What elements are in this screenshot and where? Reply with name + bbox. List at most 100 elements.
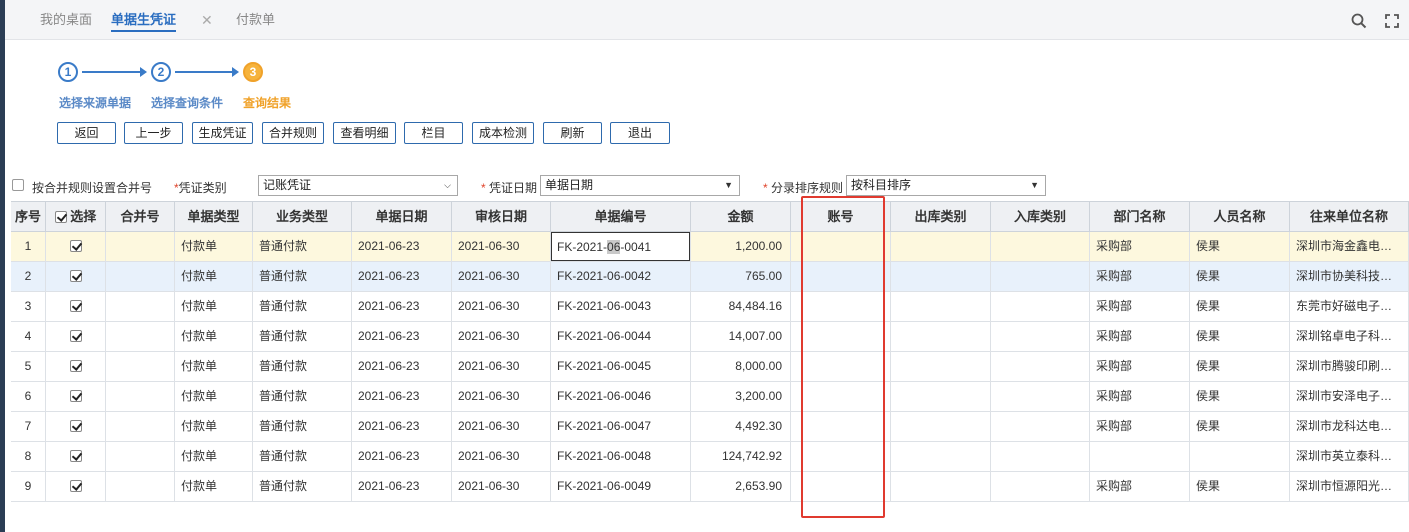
doc-no-edit-input[interactable]: FK-2021-06-0041	[551, 232, 690, 261]
cell-doc-date: 2021-06-23	[352, 262, 452, 291]
cell-person: 侯果	[1190, 352, 1290, 381]
table-row[interactable]: 7 付款单 普通付款 2021-06-23 2021-06-30 FK-2021-06-0…	[11, 412, 1409, 442]
row-checkbox[interactable]	[69, 479, 82, 492]
voucher-grid: 序号 选择 合并号 单据类型 业务类型 单据日期 审核日期 单据编号 金额 账号…	[11, 201, 1409, 502]
cell-seq: 5	[11, 352, 46, 381]
cell-in-type	[991, 232, 1090, 261]
view-detail-button[interactable]: 查看明细	[333, 122, 396, 144]
back-button[interactable]: 返回	[57, 122, 116, 144]
cell-person: 侯果	[1190, 232, 1290, 261]
cell-biz-type: 普通付款	[253, 262, 352, 291]
cell-merge	[106, 322, 175, 351]
generate-voucher-button[interactable]: 生成凭证	[192, 122, 253, 144]
cell-person: 侯果	[1190, 322, 1290, 351]
voucher-date-select[interactable]: 单据日期 ▼	[540, 175, 740, 196]
cell-select[interactable]	[46, 232, 106, 261]
table-row[interactable]: 1 付款单 普通付款 2021-06-23 2021-06-30 FK-2021-06-0…	[11, 232, 1409, 262]
search-icon[interactable]	[1350, 12, 1368, 30]
cell-doc-no: FK-2021-06-0042	[551, 262, 691, 291]
cell-merge	[106, 412, 175, 441]
cell-select[interactable]	[46, 382, 106, 411]
cell-account	[791, 382, 891, 411]
header-in-type: 入库类别	[991, 202, 1090, 231]
row-checkbox[interactable]	[69, 359, 82, 372]
row-checkbox[interactable]	[69, 239, 82, 252]
tab-bar: 我的桌面 单据生凭证 ✕ 付款单	[5, 0, 1409, 40]
cell-amount: 2,653.90	[691, 472, 791, 501]
cell-in-type	[991, 442, 1090, 471]
cell-dept: 采购部	[1090, 472, 1190, 501]
sort-rule-select[interactable]: 按科目排序 ▼	[846, 175, 1046, 196]
cell-doc-no: FK-2021-06-0049	[551, 472, 691, 501]
cell-in-type	[991, 412, 1090, 441]
merge-rule-button[interactable]: 合并规则	[262, 122, 324, 144]
table-row[interactable]: 6 付款单 普通付款 2021-06-23 2021-06-30 FK-2021-06-0…	[11, 382, 1409, 412]
cell-audit-date: 2021-06-30	[452, 472, 551, 501]
cell-audit-date: 2021-06-30	[452, 382, 551, 411]
row-checkbox[interactable]	[69, 449, 82, 462]
step-2-label: 选择查询条件	[151, 96, 224, 110]
select-all-checkbox[interactable]	[54, 210, 67, 223]
table-row[interactable]: 9 付款单 普通付款 2021-06-23 2021-06-30 FK-2021-06-0…	[11, 472, 1409, 502]
cell-doc-type: 付款单	[175, 472, 253, 501]
header-merge: 合并号	[106, 202, 175, 231]
cell-doc-type: 付款单	[175, 322, 253, 351]
refresh-button[interactable]: 刷新	[543, 122, 602, 144]
exit-button[interactable]: 退出	[610, 122, 670, 144]
table-row[interactable]: 3 付款单 普通付款 2021-06-23 2021-06-30 FK-2021-06-0…	[11, 292, 1409, 322]
cell-select[interactable]	[46, 442, 106, 471]
cell-doc-no: FK-2021-06-0048	[551, 442, 691, 471]
cell-select[interactable]	[46, 352, 106, 381]
expand-icon[interactable]	[1383, 12, 1401, 30]
prev-step-button[interactable]: 上一步	[124, 122, 183, 144]
cell-biz-type: 普通付款	[253, 292, 352, 321]
tab-payment-slip[interactable]: 付款单	[236, 12, 275, 32]
cell-doc-no[interactable]: FK-2021-06-0041	[551, 232, 691, 261]
tab-doc-to-voucher[interactable]: 单据生凭证	[111, 12, 177, 32]
cell-doc-no: FK-2021-06-0047	[551, 412, 691, 441]
sort-rule-label: * 分录排序规则	[763, 181, 844, 195]
cell-out-type	[891, 292, 991, 321]
voucher-type-select[interactable]: 记账凭证 ⌵	[258, 175, 458, 196]
row-checkbox[interactable]	[69, 329, 82, 342]
cell-doc-no: FK-2021-06-0044	[551, 322, 691, 351]
columns-button[interactable]: 栏目	[404, 122, 463, 144]
row-checkbox[interactable]	[69, 389, 82, 402]
row-checkbox[interactable]	[69, 299, 82, 312]
filter-row: 按合并规则设置合并号 *凭证类别 记账凭证 ⌵ * 凭证日期 单据日期 ▼ * 分录…	[12, 175, 1112, 197]
row-checkbox[interactable]	[69, 419, 82, 432]
cell-partner: 深圳市腾骏印刷…	[1290, 352, 1409, 381]
merge-checkbox[interactable]	[12, 179, 24, 191]
cell-merge	[106, 232, 175, 261]
cell-account	[791, 292, 891, 321]
cell-partner: 深圳市安泽电子…	[1290, 382, 1409, 411]
header-biz-type: 业务类型	[253, 202, 352, 231]
cell-amount: 124,742.92	[691, 442, 791, 471]
cell-select[interactable]	[46, 292, 106, 321]
merge-checkbox-label: 按合并规则设置合并号	[32, 181, 153, 195]
cell-select[interactable]	[46, 472, 106, 501]
cell-out-type	[891, 382, 991, 411]
cell-merge	[106, 262, 175, 291]
table-row[interactable]: 2 付款单 普通付款 2021-06-23 2021-06-30 FK-2021-06-0…	[11, 262, 1409, 292]
cell-biz-type: 普通付款	[253, 232, 352, 261]
cell-select[interactable]	[46, 262, 106, 291]
cost-check-button[interactable]: 成本检测	[472, 122, 534, 144]
row-checkbox[interactable]	[69, 269, 82, 282]
tab-close-icon[interactable]: ✕	[201, 12, 213, 28]
cell-in-type	[991, 262, 1090, 291]
step-2-circle: 2	[151, 62, 171, 82]
table-row[interactable]: 4 付款单 普通付款 2021-06-23 2021-06-30 FK-2021-06-0…	[11, 322, 1409, 352]
cell-amount: 8,000.00	[691, 352, 791, 381]
cell-select[interactable]	[46, 412, 106, 441]
cell-person: 侯果	[1190, 412, 1290, 441]
cell-doc-date: 2021-06-23	[352, 232, 452, 261]
cell-biz-type: 普通付款	[253, 322, 352, 351]
header-select[interactable]: 选择	[46, 202, 106, 231]
cell-select[interactable]	[46, 322, 106, 351]
table-row[interactable]: 5 付款单 普通付款 2021-06-23 2021-06-30 FK-2021-06-0…	[11, 352, 1409, 382]
cell-account	[791, 352, 891, 381]
cell-doc-no: FK-2021-06-0046	[551, 382, 691, 411]
table-row[interactable]: 8 付款单 普通付款 2021-06-23 2021-06-30 FK-2021-06-0…	[11, 442, 1409, 472]
tab-desktop[interactable]: 我的桌面	[40, 12, 92, 32]
